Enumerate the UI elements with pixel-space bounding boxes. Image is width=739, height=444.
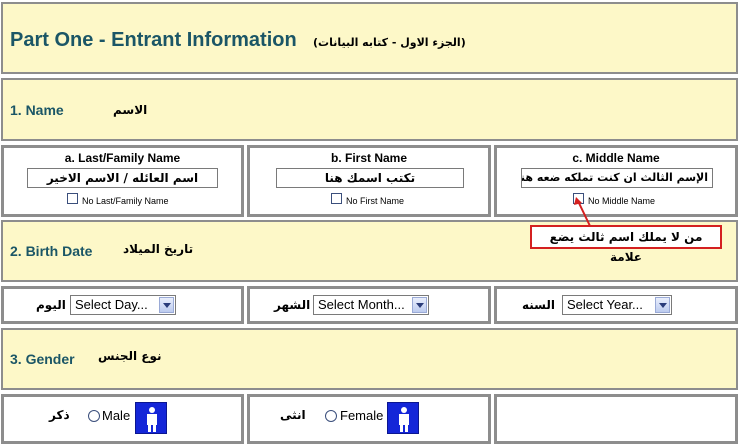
middle-name-title: c. Middle Name — [572, 151, 660, 165]
birth-year-select[interactable]: Select Year... — [562, 295, 672, 315]
last-name-input[interactable]: اسم العائله / الاسم الاخير — [27, 168, 218, 188]
birth-month-select-value: Select Month... — [318, 297, 405, 312]
birth-day-select[interactable]: Select Day... — [70, 295, 176, 315]
birth-section-label-ar: تاريخ الميلاد — [123, 242, 194, 256]
birth-year-cell: السنه Select Year... — [494, 286, 738, 324]
no-first-name-label: No First Name — [346, 196, 405, 206]
gender-section-band: 3. Gender نوع الجنس — [1, 328, 738, 390]
middle-name-callout: من لا يملك اسم ثالث يضع علامة — [530, 225, 722, 264]
page-title: Part One - Entrant Information — [10, 29, 297, 51]
middle-name-cell: c. Middle Name الإسم الثالث ان كنت تملكه… — [494, 145, 738, 217]
birth-day-select-value: Select Day... — [75, 297, 148, 312]
birth-month-label-ar: الشهر — [274, 298, 311, 312]
birth-day-cell: اليوم Select Day... — [1, 286, 244, 324]
birth-year-label-ar: السنه — [522, 298, 556, 312]
gender-section-label-ar: نوع الجنس — [98, 349, 162, 363]
birth-section-label: 2. Birth Date — [10, 243, 93, 259]
chevron-down-icon[interactable] — [412, 297, 427, 313]
male-radio[interactable] — [88, 410, 100, 422]
chevron-down-icon[interactable] — [655, 297, 670, 313]
name-section-band: 1. Name الاسم — [1, 78, 738, 141]
chevron-down-icon[interactable] — [159, 297, 174, 313]
no-first-name-checkbox[interactable] — [331, 193, 342, 204]
female-label: Female — [340, 408, 384, 423]
first-name-input[interactable]: تكتب اسمك هنا — [276, 168, 464, 188]
last-name-title: a. Last/Family Name — [64, 151, 181, 165]
female-person-icon — [387, 402, 419, 434]
no-last-name-label: No Last/Family Name — [82, 196, 169, 206]
first-name-cell: b. First Name تكتب اسمك هنا No First Nam… — [247, 145, 491, 217]
birth-month-select[interactable]: Select Month... — [313, 295, 429, 315]
page-title-ar: (الجزء الاول - كتابه البيانات) — [313, 36, 466, 49]
male-label: Male — [102, 408, 131, 423]
female-label-ar: انثى — [280, 408, 306, 422]
gender-section-label: 3. Gender — [10, 351, 75, 367]
gender-male-cell: ذكر Male — [1, 394, 244, 444]
callout-arrow-icon — [574, 197, 591, 227]
first-name-title: b. First Name — [330, 151, 408, 165]
header-band: Part One - Entrant Information (الجزء ال… — [1, 2, 738, 74]
no-last-name-checkbox[interactable] — [67, 193, 78, 204]
middle-name-input[interactable]: الإسم الثالث ان كنت تملكه ضعه هنا — [521, 168, 713, 188]
birth-day-label-ar: اليوم — [36, 298, 66, 312]
male-label-ar: ذكر — [49, 408, 70, 422]
last-name-cell: a. Last/Family Name اسم العائله / الاسم … — [1, 145, 244, 217]
name-section-label: 1. Name — [10, 102, 64, 118]
male-person-icon — [135, 402, 167, 434]
female-radio[interactable] — [325, 410, 337, 422]
birth-year-select-value: Select Year... — [567, 297, 643, 312]
gender-empty-cell — [494, 394, 738, 444]
name-section-label-ar: الاسم — [113, 103, 148, 117]
birth-month-cell: الشهر Select Month... — [247, 286, 491, 324]
gender-female-cell: انثى Female — [247, 394, 491, 444]
